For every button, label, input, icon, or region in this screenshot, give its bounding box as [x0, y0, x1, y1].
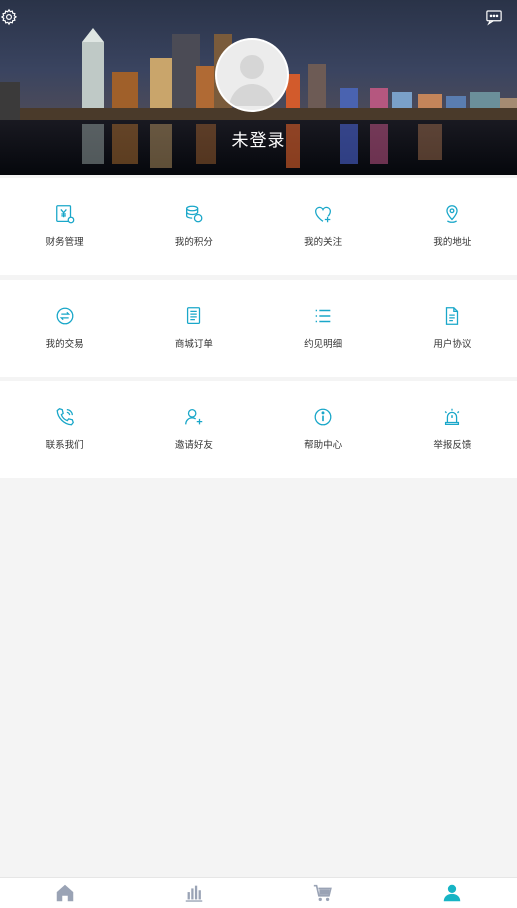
- agreement-file-icon: [446, 307, 459, 325]
- add-user-icon: [184, 409, 203, 425]
- finance-yen-icon: [55, 205, 74, 224]
- avatar[interactable]: [215, 38, 289, 112]
- menu-item-label: 我的交易: [45, 339, 84, 350]
- menu-item-mall-orders[interactable]: 商城订单: [129, 280, 258, 377]
- menu-group-support: 联系我们 邀请好友 帮助中心 举报反馈: [0, 381, 517, 478]
- exchange-icon: [56, 307, 74, 325]
- user-icon: [444, 884, 461, 902]
- alarm-icon: [445, 408, 460, 425]
- menu-item-follow[interactable]: 我的关注: [259, 178, 388, 275]
- cart-icon: [313, 884, 332, 902]
- menu-item-contact[interactable]: 联系我们: [0, 381, 129, 478]
- menu-item-trades[interactable]: 我的交易: [0, 280, 129, 377]
- menu-item-appointments[interactable]: 约见明细: [259, 280, 388, 377]
- location-pin-icon: [446, 205, 459, 223]
- menu-item-label: 我的积分: [174, 237, 213, 248]
- chat-bubble-icon[interactable]: [485, 8, 503, 26]
- coins-icon: [185, 205, 203, 223]
- gear-icon[interactable]: [0, 8, 18, 26]
- avatar-image: [217, 40, 287, 110]
- phone-icon: [56, 408, 74, 426]
- tab-cart[interactable]: [259, 878, 388, 908]
- tab-profile[interactable]: [388, 878, 517, 908]
- menu-item-label: 财务管理: [45, 237, 84, 248]
- login-status[interactable]: 未登录: [0, 126, 517, 151]
- menu-group-account: 财务管理 我的积分 我的关注 我的地址: [0, 178, 517, 275]
- menu-item-help[interactable]: 帮助中心: [259, 381, 388, 478]
- menu-item-finance[interactable]: 财务管理: [0, 178, 129, 275]
- menu-item-label: 用户协议: [433, 339, 472, 350]
- tab-home[interactable]: [0, 878, 129, 908]
- menu-item-label: 我的关注: [304, 237, 343, 248]
- menu-item-invite[interactable]: 邀请好友: [129, 381, 258, 478]
- bottom-tab-bar: [0, 877, 517, 908]
- menu-item-agreement[interactable]: 用户协议: [388, 280, 517, 377]
- list-icon: [315, 309, 331, 323]
- menu-item-label: 举报反馈: [433, 440, 472, 451]
- tab-stats[interactable]: [129, 878, 258, 908]
- bar-chart-icon: [185, 885, 203, 902]
- menu-item-label: 联系我们: [45, 440, 84, 451]
- menu-group-orders: 我的交易 商城订单 约见明细 用户协议: [0, 280, 517, 377]
- info-icon: [314, 408, 332, 426]
- menu-item-address[interactable]: 我的地址: [388, 178, 517, 275]
- menu-item-label: 我的地址: [433, 237, 472, 248]
- heart-plus-icon: [315, 206, 332, 223]
- menu-item-points[interactable]: 我的积分: [129, 178, 258, 275]
- default-user-silhouette-icon: [229, 55, 275, 106]
- home-icon: [56, 884, 73, 902]
- menu-item-label: 商城订单: [174, 339, 213, 350]
- order-document-icon: [186, 307, 201, 324]
- profile-header: 未登录: [0, 0, 517, 175]
- menu-item-label: 邀请好友: [174, 440, 213, 451]
- menu-item-label: 帮助中心: [304, 440, 343, 451]
- menu-item-label: 约见明细: [304, 339, 343, 350]
- menu-item-report[interactable]: 举报反馈: [388, 381, 517, 478]
